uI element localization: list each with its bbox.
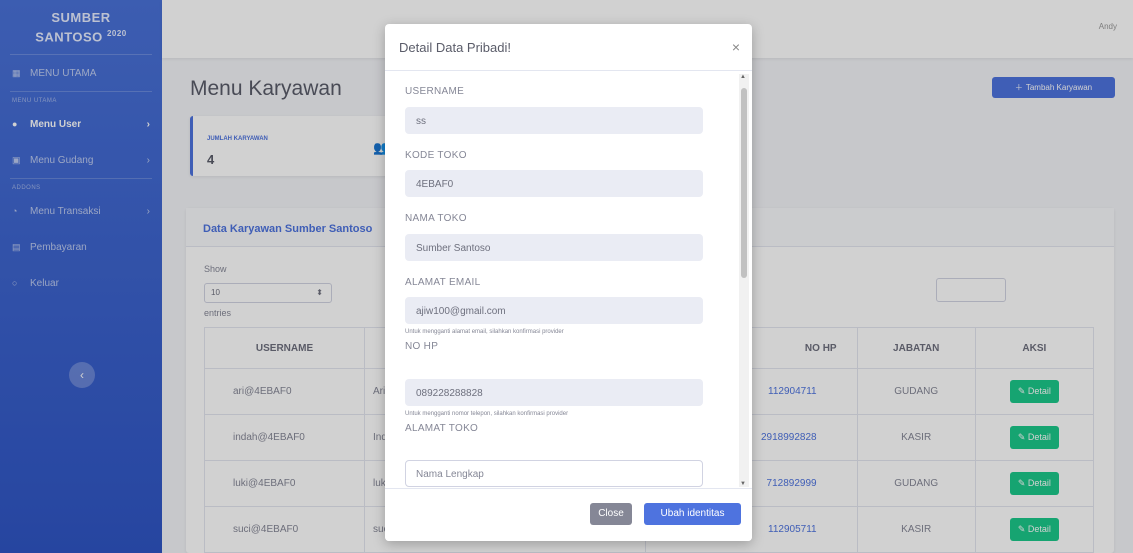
kode-toko-label: KODE TOKO (405, 150, 467, 161)
scroll-down-icon[interactable]: ▼ (740, 481, 746, 487)
modal-title: Detail Data Pribadi! (399, 40, 511, 55)
save-identity-button[interactable]: Ubah identitas (644, 503, 741, 525)
hp-help-text: Untuk mengganti nomor telepon, silahkan … (405, 411, 569, 417)
nama-toko-label: NAMA TOKO (405, 213, 467, 224)
detail-modal: Detail Data Pribadi! × USERNAME ss KODE … (385, 24, 752, 541)
scroll-up-icon[interactable]: ▲ (740, 74, 746, 80)
hp-field[interactable]: 089228288828 (405, 379, 703, 406)
alamat-toko-field[interactable]: Nama Lengkap (405, 460, 703, 487)
scrollbar-thumb[interactable] (741, 88, 747, 278)
username-label: USERNAME (405, 86, 465, 97)
modal-header: Detail Data Pribadi! × (385, 24, 752, 71)
hp-label: NO HP (405, 341, 439, 352)
email-help-text: Untuk mengganti alamat email, silahkan k… (405, 329, 564, 335)
username-field[interactable]: ss (405, 107, 703, 134)
modal-footer: Close Ubah identitas (385, 488, 752, 541)
modal-scrollbar[interactable]: ▲ ▼ (739, 74, 749, 487)
close-button[interactable]: Close (590, 503, 632, 525)
modal-body[interactable]: USERNAME ss KODE TOKO 4EBAF0 NAMA TOKO S… (385, 70, 737, 489)
email-field[interactable]: ajiw100@gmail.com (405, 297, 703, 324)
alamat-toko-label: ALAMAT TOKO (405, 423, 479, 434)
email-label: ALAMAT EMAIL (405, 277, 481, 288)
nama-toko-field[interactable]: Sumber Santoso (405, 234, 703, 261)
close-icon[interactable]: × (732, 39, 740, 55)
kode-toko-field[interactable]: 4EBAF0 (405, 170, 703, 197)
